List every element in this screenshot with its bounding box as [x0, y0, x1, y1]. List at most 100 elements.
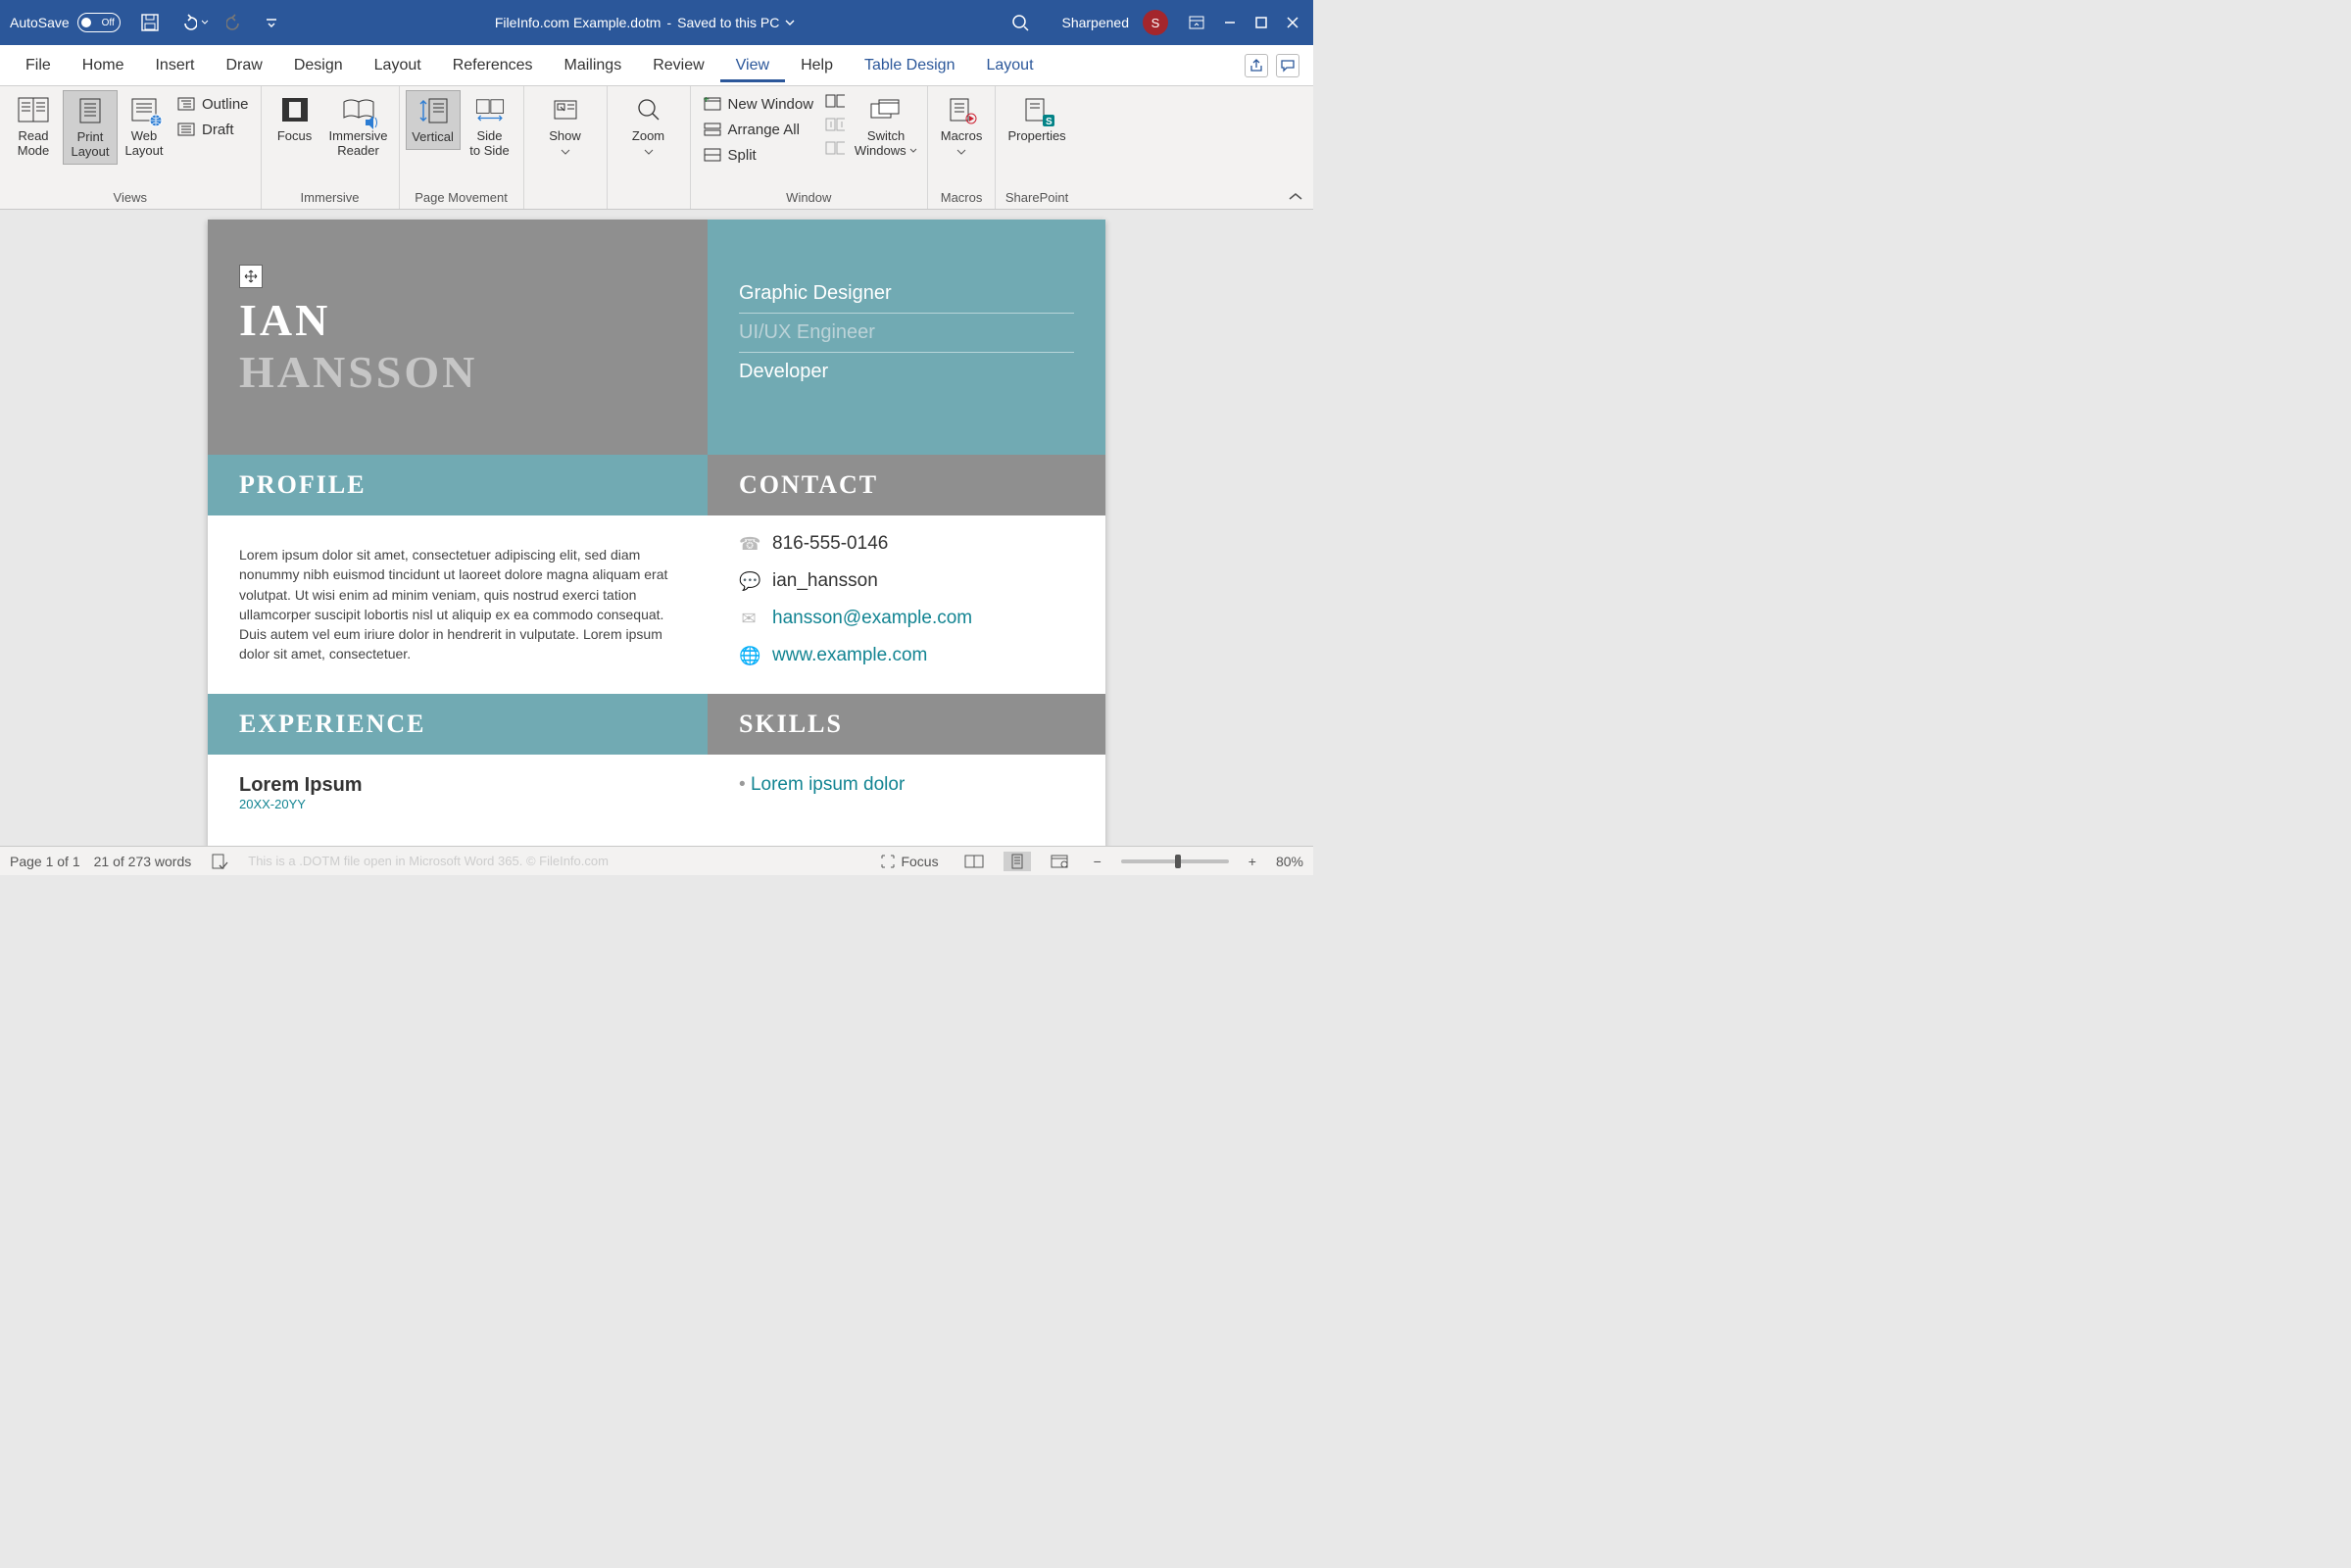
ribbon-display-button[interactable]	[1182, 10, 1211, 35]
contact-chat[interactable]: 💬ian_hansson	[739, 563, 1074, 600]
phone-icon: ☎	[739, 534, 759, 555]
web-layout-button[interactable]: Web Layout	[120, 90, 169, 163]
toggle-switch[interactable]: Off	[77, 13, 121, 32]
autosave-label: AutoSave	[10, 15, 70, 30]
tab-draw[interactable]: Draw	[210, 49, 277, 82]
contact-phone[interactable]: ☎816-555-0146	[739, 525, 1074, 563]
user-avatar[interactable]: S	[1143, 10, 1168, 35]
group-macros: Macros Macros	[928, 86, 996, 209]
new-window-button[interactable]: +New Window	[697, 92, 820, 116]
tab-references[interactable]: References	[437, 49, 549, 82]
zoom-slider[interactable]	[1121, 859, 1229, 863]
globe-icon: 🌐	[739, 646, 759, 666]
focus-mode-button[interactable]: Focus	[874, 852, 944, 871]
role-2[interactable]: UI/UX Engineer	[739, 314, 1074, 353]
share-icon[interactable]	[1245, 54, 1268, 77]
print-layout-view-button[interactable]	[1004, 852, 1031, 871]
split-button[interactable]: Split	[697, 143, 820, 167]
save-button[interactable]	[134, 9, 166, 36]
minimize-button[interactable]	[1217, 12, 1243, 33]
experience-heading[interactable]: EXPERIENCE	[239, 710, 676, 739]
switch-windows-button[interactable]: Switch Windows	[851, 90, 921, 163]
search-button[interactable]	[1004, 9, 1036, 36]
vertical-button[interactable]: Vertical	[406, 90, 461, 150]
role-3[interactable]: Developer	[739, 353, 1074, 391]
contact-email[interactable]: ✉hansson@example.com	[739, 600, 1074, 637]
tab-view[interactable]: View	[720, 49, 785, 82]
tab-table-layout[interactable]: Layout	[970, 49, 1049, 82]
group-zoom: Zoom	[608, 86, 691, 209]
reset-window-button[interactable]	[825, 139, 845, 157]
collapse-ribbon-button[interactable]	[1288, 191, 1303, 203]
document-page[interactable]: IAN HANSSON Graphic Designer UI/UX Engin…	[208, 220, 1105, 846]
word-count[interactable]: 21 of 273 words	[94, 854, 192, 869]
save-status[interactable]: Saved to this PC	[677, 15, 779, 30]
tab-help[interactable]: Help	[785, 49, 849, 82]
profile-text[interactable]: Lorem ipsum dolor sit amet, consectetuer…	[239, 545, 676, 664]
read-mode-view-button[interactable]	[958, 853, 990, 870]
title-bar: AutoSave Off FileInfo.com Example.dotm -…	[0, 0, 1313, 45]
experience-title[interactable]: Lorem Ipsum	[239, 774, 676, 797]
maximize-button[interactable]	[1249, 12, 1274, 33]
close-button[interactable]	[1280, 12, 1305, 33]
tab-file[interactable]: File	[10, 49, 67, 82]
web-layout-view-button[interactable]	[1045, 853, 1074, 870]
autosave-toggle[interactable]: AutoSave Off	[8, 9, 122, 36]
svg-text:+: +	[704, 97, 710, 106]
chevron-down-icon[interactable]	[785, 18, 795, 27]
page-indicator[interactable]: Page 1 of 1	[10, 854, 80, 869]
side-to-side-button[interactable]: Side to Side	[463, 90, 517, 163]
outline-button[interactable]: Outline	[171, 92, 255, 116]
tab-review[interactable]: Review	[637, 49, 719, 82]
show-dropdown[interactable]: Show	[538, 90, 593, 160]
mail-icon: ✉	[739, 609, 759, 629]
user-name[interactable]: Sharpened	[1061, 15, 1129, 30]
tab-design[interactable]: Design	[278, 49, 359, 82]
comments-icon[interactable]	[1276, 54, 1299, 77]
customize-qat[interactable]	[258, 11, 285, 34]
skills-heading[interactable]: SKILLS	[739, 710, 1074, 739]
role-1[interactable]: Graphic Designer	[739, 274, 1074, 314]
contact-heading[interactable]: CONTACT	[739, 470, 1074, 500]
group-page-movement: Vertical Side to Side Page Movement	[400, 86, 524, 209]
arrange-all-button[interactable]: Arrange All	[697, 118, 820, 141]
tab-mailings[interactable]: Mailings	[549, 49, 638, 82]
group-show: Show	[524, 86, 608, 209]
contact-web[interactable]: 🌐www.example.com	[739, 637, 1074, 674]
experience-dates[interactable]: 20XX-20YY	[239, 797, 676, 811]
tab-layout[interactable]: Layout	[359, 49, 437, 82]
zoom-dropdown[interactable]: Zoom	[621, 90, 676, 160]
tab-insert[interactable]: Insert	[139, 49, 210, 82]
tab-table-design[interactable]: Table Design	[849, 49, 971, 82]
profile-heading[interactable]: PROFILE	[239, 470, 676, 500]
ribbon-tabs: File Home Insert Draw Design Layout Refe…	[0, 45, 1313, 86]
view-side-by-side-button[interactable]	[825, 92, 845, 110]
focus-button[interactable]: Focus	[268, 90, 322, 148]
undo-button[interactable]	[171, 9, 215, 36]
zoom-level[interactable]: 80%	[1276, 854, 1303, 869]
spelling-button[interactable]	[205, 851, 234, 872]
sync-scroll-button[interactable]	[825, 116, 845, 133]
immersive-reader-button[interactable]: Immersive Reader	[324, 90, 393, 163]
draft-button[interactable]: Draft	[171, 118, 255, 141]
macros-button[interactable]: Macros	[934, 90, 989, 160]
skill-item[interactable]: • Lorem ipsum dolor	[739, 774, 1074, 796]
zoom-out-button[interactable]: −	[1088, 852, 1107, 871]
properties-button[interactable]: S Properties	[1002, 90, 1072, 148]
document-workspace[interactable]: IAN HANSSON Graphic Designer UI/UX Engin…	[0, 210, 1313, 846]
group-immersive: Focus Immersive Reader Immersive	[262, 86, 400, 209]
read-mode-button[interactable]: Read Mode	[6, 90, 61, 163]
ribbon: Read Mode Print Layout Web Layout Outlin…	[0, 86, 1313, 210]
print-layout-button[interactable]: Print Layout	[63, 90, 118, 165]
group-views: Read Mode Print Layout Web Layout Outlin…	[0, 86, 262, 209]
chat-icon: 💬	[739, 571, 759, 592]
tab-home[interactable]: Home	[67, 49, 140, 82]
resume-last-name[interactable]: HANSSON	[239, 346, 676, 398]
redo-button[interactable]	[220, 9, 252, 36]
group-window: +New Window Arrange All Split Switch Win…	[691, 86, 929, 209]
resume-first-name[interactable]: IAN	[239, 294, 676, 346]
svg-text:S: S	[1046, 117, 1053, 127]
footer-note: This is a .DOTM file open in Microsoft W…	[248, 854, 609, 868]
zoom-in-button[interactable]: +	[1243, 852, 1262, 871]
table-move-handle[interactable]	[239, 265, 263, 288]
